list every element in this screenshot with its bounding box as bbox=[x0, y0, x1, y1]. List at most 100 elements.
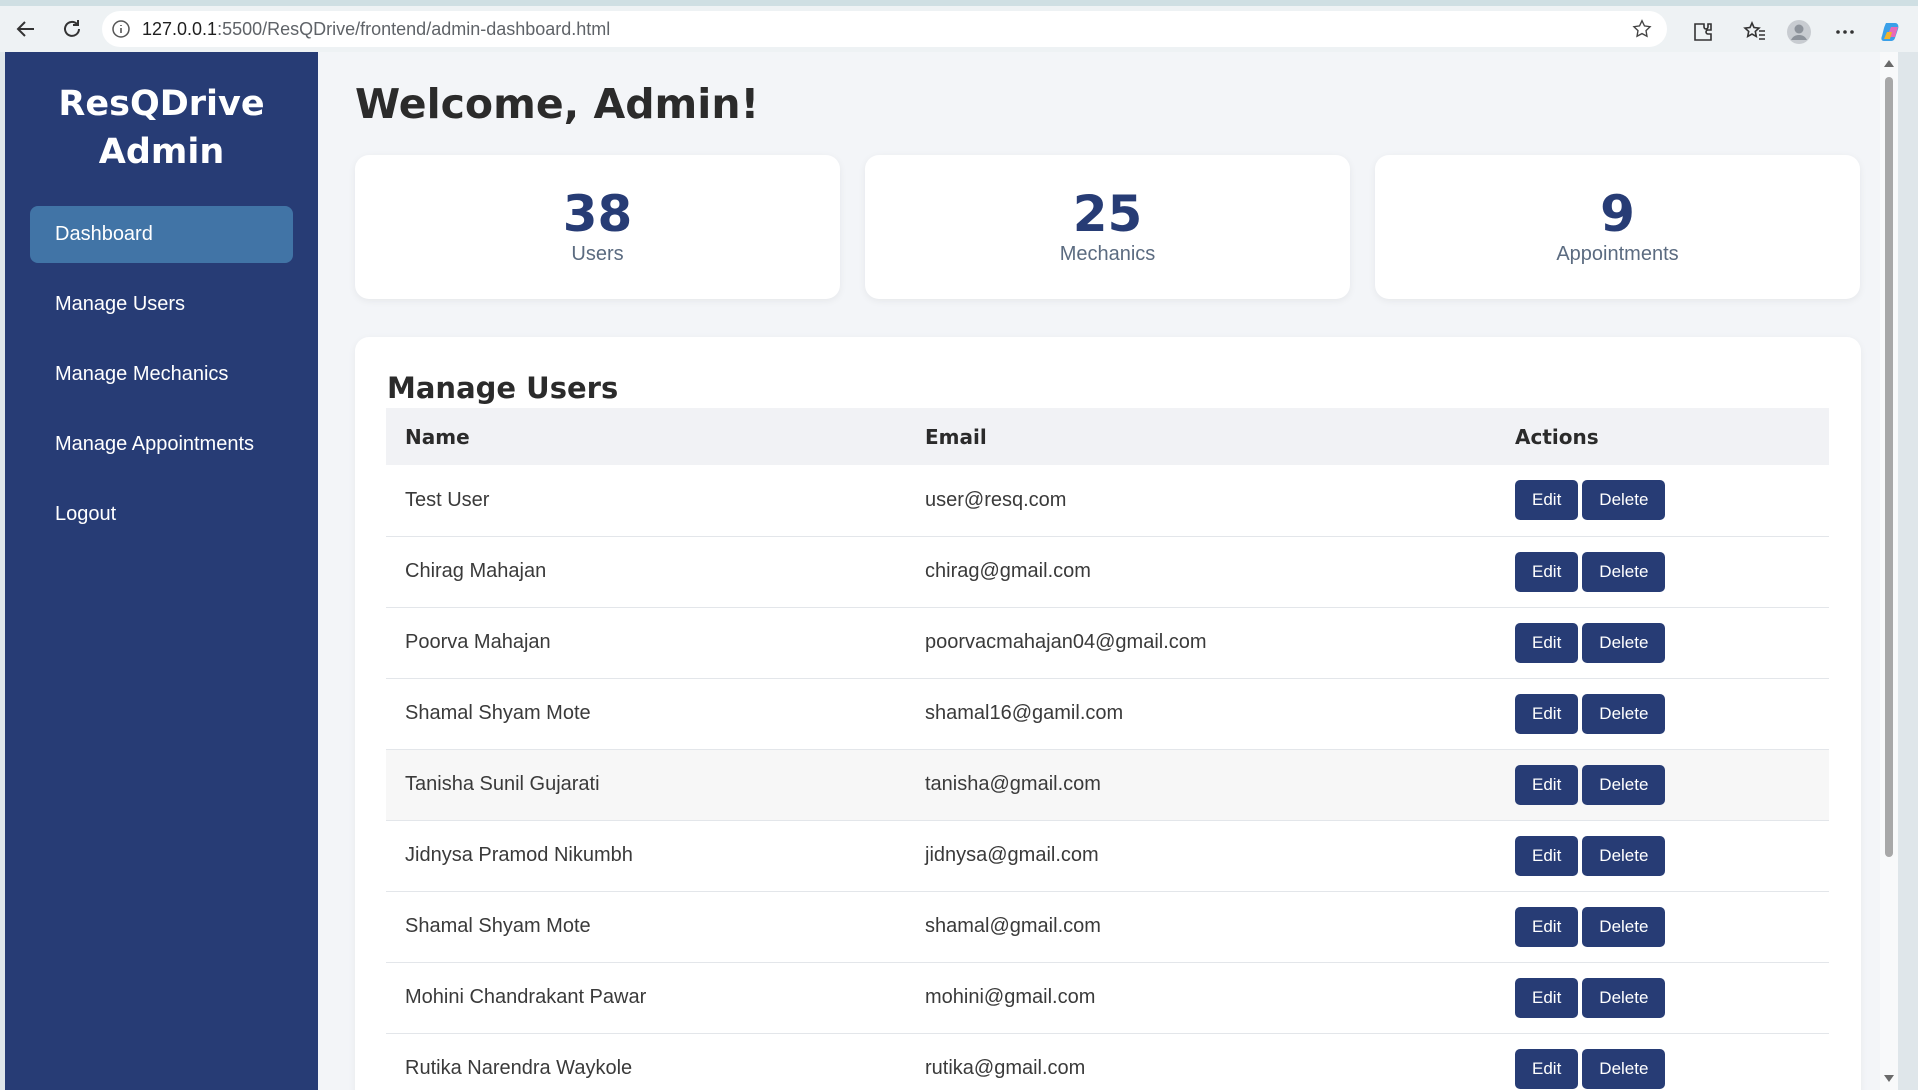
user-email-cell: poorvacmahajan04@gmail.com bbox=[906, 607, 1496, 679]
user-email-cell: jidnysa@gmail.com bbox=[906, 820, 1496, 892]
actions-cell: Edit Delete bbox=[1496, 678, 1829, 750]
sidebar: ResQDrive Admin Dashboard Manage Users M… bbox=[5, 52, 318, 1090]
back-button[interactable] bbox=[6, 9, 46, 49]
scroll-up-arrow-icon[interactable] bbox=[1884, 60, 1894, 67]
edit-button[interactable]: Edit bbox=[1515, 1048, 1579, 1089]
delete-button[interactable]: Delete bbox=[1582, 1048, 1666, 1089]
page-scrollbar[interactable] bbox=[1880, 52, 1898, 1090]
profile-avatar-icon[interactable] bbox=[1786, 19, 1812, 45]
stat-card-mechanics: 25 Mechanics bbox=[865, 155, 1350, 299]
table-header-row: Name Email Actions bbox=[386, 408, 1829, 465]
table-row: Mohini Chandrakant Pawar mohini@gmail.com… bbox=[386, 962, 1829, 1034]
actions-cell: Edit Delete bbox=[1496, 749, 1829, 821]
delete-button[interactable]: Delete bbox=[1582, 906, 1666, 947]
favorites-icon[interactable] bbox=[1742, 19, 1768, 45]
table-row: Jidnysa Pramod Nikumbh jidnysa@gmail.com E… bbox=[386, 820, 1829, 892]
table-row: Shamal Shyam Mote shamal@gmail.com Edit Del… bbox=[386, 891, 1829, 963]
user-name-cell: Chirag Mahajan bbox=[386, 536, 906, 608]
users-table: Name Email Actions Test User user@resq.co… bbox=[386, 408, 1829, 1090]
sidebar-item-manage-mechanics[interactable]: Manage Mechanics bbox=[30, 346, 293, 403]
stat-value: 25 bbox=[1072, 185, 1143, 243]
reload-icon bbox=[64, 20, 80, 37]
table-row: Chirag Mahajan chirag@gmail.com Edit Delete bbox=[386, 536, 1829, 608]
brand-line-1: ResQDrive bbox=[58, 84, 265, 124]
actions-cell: Edit Delete bbox=[1496, 465, 1829, 537]
table-row: Tanisha Sunil Gujarati tanisha@gmail.com E… bbox=[386, 749, 1829, 821]
actions-cell: Edit Delete bbox=[1496, 820, 1829, 892]
actions-cell: Edit Delete bbox=[1496, 536, 1829, 608]
stat-value: 38 bbox=[562, 185, 633, 243]
sidebar-item-logout[interactable]: Logout bbox=[30, 486, 293, 543]
table-body: Test User user@resq.com Edit Delete Chirag M… bbox=[386, 465, 1829, 1090]
delete-button[interactable]: Delete bbox=[1582, 835, 1666, 876]
user-email-cell: chirag@gmail.com bbox=[906, 536, 1496, 608]
table-row: Rutika Narendra Waykole rutika@gmail.com E… bbox=[386, 1033, 1829, 1090]
sidebar-item-manage-appointments[interactable]: Manage Appointments bbox=[30, 416, 293, 473]
table-row: Poorva Mahajan poorvacmahajan04@gmail.com… bbox=[386, 607, 1829, 679]
user-name-cell: Poorva Mahajan bbox=[386, 607, 906, 679]
edit-button[interactable]: Edit bbox=[1515, 693, 1579, 734]
user-email-cell: shamal16@gamil.com bbox=[906, 678, 1496, 750]
browser-toolbar: 127.0.0.1:5500/ResQDrive/frontend/admin-… bbox=[0, 0, 1918, 52]
favorite-star-icon[interactable] bbox=[1631, 18, 1653, 40]
page-title: Welcome, Admin! bbox=[355, 80, 760, 128]
scrollbar-thumb[interactable] bbox=[1885, 77, 1893, 857]
edit-button[interactable]: Edit bbox=[1515, 551, 1579, 592]
column-header-email: Email bbox=[906, 408, 1496, 465]
main-content: Welcome, Admin! 38 Users 25 Mechanics 9 … bbox=[318, 52, 1898, 1090]
table-row: Shamal Shyam Mote shamal16@gamil.com Edit D… bbox=[386, 678, 1829, 750]
sidebar-item-manage-users[interactable]: Manage Users bbox=[30, 276, 293, 333]
table-row: Test User user@resq.com Edit Delete bbox=[386, 465, 1829, 537]
edit-button[interactable]: Edit bbox=[1515, 480, 1579, 521]
back-arrow-icon bbox=[16, 21, 34, 37]
sidebar-item-dashboard[interactable]: Dashboard bbox=[30, 206, 293, 263]
sidebar-nav: Dashboard Manage Users Manage Mechanics … bbox=[5, 206, 318, 543]
more-options-icon[interactable] bbox=[1832, 19, 1858, 45]
user-email-cell: tanisha@gmail.com bbox=[906, 749, 1496, 821]
actions-cell: Edit Delete bbox=[1496, 891, 1829, 963]
scroll-down-arrow-icon[interactable] bbox=[1884, 1075, 1894, 1082]
user-email-cell: rutika@gmail.com bbox=[906, 1033, 1496, 1090]
delete-button[interactable]: Delete bbox=[1582, 551, 1666, 592]
panel-title: Manage Users bbox=[387, 371, 619, 405]
edit-button[interactable]: Edit bbox=[1515, 764, 1579, 805]
manage-users-panel: Manage Users Name Email Actions Test Use… bbox=[355, 337, 1861, 1090]
delete-button[interactable]: Delete bbox=[1582, 693, 1666, 734]
stat-label: Mechanics bbox=[1059, 243, 1156, 265]
edit-button[interactable]: Edit bbox=[1515, 835, 1579, 876]
user-name-cell: Jidnysa Pramod Nikumbh bbox=[386, 820, 906, 892]
delete-button[interactable]: Delete bbox=[1582, 480, 1666, 521]
edit-button[interactable]: Edit bbox=[1515, 906, 1579, 947]
reload-button[interactable] bbox=[52, 9, 92, 49]
url-host: 127.0.0.1 bbox=[142, 18, 218, 39]
brand-line-2: Admin bbox=[98, 132, 225, 172]
stat-card-users: 38 Users bbox=[355, 155, 840, 299]
actions-cell: Edit Delete bbox=[1496, 607, 1829, 679]
column-header-name: Name bbox=[386, 408, 906, 465]
user-name-cell: Rutika Narendra Waykole bbox=[386, 1033, 906, 1090]
site-info-icon[interactable] bbox=[110, 18, 132, 40]
extensions-icon[interactable] bbox=[1690, 19, 1716, 45]
user-name-cell: Test User bbox=[386, 465, 906, 537]
stat-value: 9 bbox=[1600, 185, 1635, 243]
user-email-cell: user@resq.com bbox=[906, 465, 1496, 537]
user-name-cell: Shamal Shyam Mote bbox=[386, 678, 906, 750]
actions-cell: Edit Delete bbox=[1496, 962, 1829, 1034]
actions-cell: Edit Delete bbox=[1496, 1033, 1829, 1090]
stat-card-appointments: 9 Appointments bbox=[1375, 155, 1860, 299]
brand-title: ResQDrive Admin bbox=[5, 80, 318, 176]
delete-button[interactable]: Delete bbox=[1582, 622, 1666, 663]
stat-label: Appointments bbox=[1556, 243, 1679, 265]
copilot-icon[interactable] bbox=[1878, 19, 1904, 45]
edit-button[interactable]: Edit bbox=[1515, 977, 1579, 1018]
delete-button[interactable]: Delete bbox=[1582, 977, 1666, 1018]
page-viewport: ResQDrive Admin Dashboard Manage Users M… bbox=[5, 52, 1898, 1090]
delete-button[interactable]: Delete bbox=[1582, 764, 1666, 805]
edit-button[interactable]: Edit bbox=[1515, 622, 1579, 663]
user-name-cell: Mohini Chandrakant Pawar bbox=[386, 962, 906, 1034]
user-email-cell: mohini@gmail.com bbox=[906, 962, 1496, 1034]
url-path: :5500/ResQDrive/frontend/admin-dashboard… bbox=[217, 18, 611, 39]
address-bar[interactable]: 127.0.0.1:5500/ResQDrive/frontend/admin-… bbox=[102, 11, 1667, 47]
user-name-cell: Shamal Shyam Mote bbox=[386, 891, 906, 963]
column-header-actions: Actions bbox=[1496, 408, 1829, 465]
